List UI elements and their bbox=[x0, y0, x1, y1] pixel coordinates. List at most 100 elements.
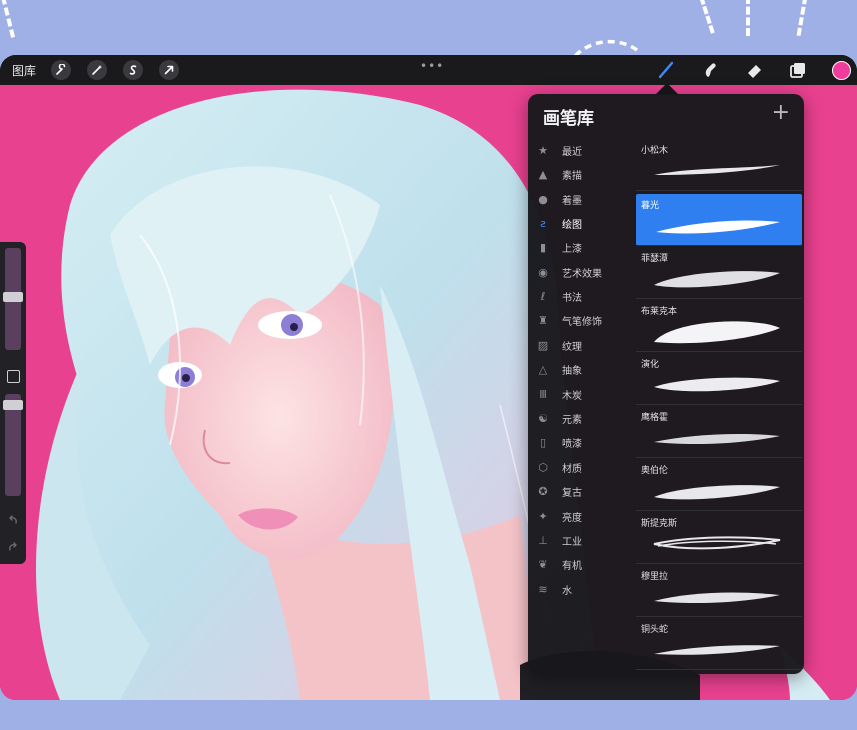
wrench-icon bbox=[56, 64, 66, 75]
ink-drop-icon: ● bbox=[538, 192, 548, 206]
category-airbrushing[interactable]: ♜ 气笔修饰 bbox=[536, 310, 602, 330]
brush-stroke-preview bbox=[656, 220, 780, 234]
decorative-dash-right-1 bbox=[699, 0, 715, 34]
star-icon: ★ bbox=[538, 143, 548, 157]
opacity-slider[interactable] bbox=[3, 394, 23, 496]
actions-button[interactable] bbox=[51, 60, 71, 80]
category-organic[interactable]: ❦ 有机 bbox=[536, 554, 582, 574]
brush-item[interactable]: 奥伯伦 bbox=[636, 459, 802, 511]
brush-item[interactable]: 鹰格霍 bbox=[636, 406, 802, 458]
category-sketching[interactable]: ▲ 素描 bbox=[536, 164, 582, 184]
brush-library-title: 画笔库 bbox=[543, 109, 594, 129]
selection-button[interactable] bbox=[123, 60, 143, 80]
category-label: 抽象 bbox=[562, 365, 582, 377]
more-handle[interactable]: ••• bbox=[420, 59, 444, 73]
brush-item[interactable]: 演化 bbox=[636, 353, 802, 405]
category-artistic[interactable]: ◉ 艺术效果 bbox=[536, 262, 602, 282]
category-label: 有机 bbox=[562, 560, 582, 572]
category-label: 复古 bbox=[562, 487, 582, 499]
category-charcoals[interactable]: Ⅲ 木炭 bbox=[536, 384, 582, 404]
spray-can-icon: ▯ bbox=[539, 435, 547, 449]
leaf-icon: ❦ bbox=[538, 557, 548, 571]
color-picker-button[interactable] bbox=[832, 61, 851, 80]
redo-icon[interactable] bbox=[7, 541, 19, 553]
brush-item[interactable]: 穆里拉 bbox=[636, 565, 802, 617]
brush-item[interactable]: 菲瑟潭 bbox=[636, 247, 802, 299]
brush-size-slider[interactable] bbox=[3, 248, 23, 350]
category-vintage[interactable]: ✪ 复古 bbox=[536, 481, 582, 501]
brush-icon[interactable] bbox=[656, 60, 676, 80]
magic-wand-icon bbox=[92, 65, 102, 75]
brush-item[interactable]: 铜头蛇 bbox=[636, 618, 802, 670]
category-label: 艺术效果 bbox=[562, 268, 602, 280]
category-textures[interactable]: ▨ 纹理 bbox=[536, 335, 582, 355]
category-water[interactable]: ≋ 水 bbox=[536, 579, 572, 599]
palette-icon: ◉ bbox=[538, 265, 548, 279]
yin-yang-icon: ☯ bbox=[538, 411, 548, 425]
opacity-thumb[interactable] bbox=[3, 400, 23, 410]
category-label: 素描 bbox=[562, 170, 582, 182]
water-waves-icon: ≋ bbox=[538, 582, 548, 596]
category-spraypaints[interactable]: ▯ 喷漆 bbox=[536, 432, 582, 452]
brush-item[interactable]: 小松木 bbox=[636, 139, 802, 191]
brush-stroke-preview bbox=[654, 592, 780, 603]
decorative-dash-right-2 bbox=[746, 0, 750, 36]
category-luminance[interactable]: ✦ 亮度 bbox=[536, 506, 582, 526]
brush-item[interactable]: 布莱克本 bbox=[636, 300, 802, 352]
category-drawing[interactable]: ƨ 绘图 bbox=[536, 213, 582, 233]
category-label: 亮度 bbox=[562, 512, 582, 524]
category-label: 着墨 bbox=[562, 195, 582, 207]
brush-size-thumb[interactable] bbox=[3, 292, 23, 302]
layers-icon[interactable] bbox=[788, 60, 808, 80]
brush-stroke-preview bbox=[654, 271, 780, 288]
category-elements[interactable]: ☯ 元素 bbox=[536, 408, 582, 428]
brush-stroke-preview bbox=[653, 536, 781, 550]
transform-arrow-icon bbox=[164, 65, 174, 75]
brush-item[interactable]: 暮光 bbox=[636, 194, 802, 246]
decorative-dash-left bbox=[0, 0, 16, 38]
category-painting[interactable]: ▮ 上漆 bbox=[536, 237, 582, 257]
brush-stroke-preview bbox=[654, 485, 780, 500]
category-inking[interactable]: ● 着墨 bbox=[536, 189, 582, 209]
cube-icon: ⬡ bbox=[538, 460, 548, 474]
undo-icon[interactable] bbox=[7, 514, 19, 526]
gallery-button[interactable]: 图库 bbox=[12, 62, 36, 79]
anvil-icon: ⊥ bbox=[538, 533, 548, 547]
category-materials[interactable]: ⬡ 材质 bbox=[536, 457, 582, 477]
brush-stroke-preview bbox=[654, 434, 780, 444]
top-toolbar: 图库 ••• bbox=[0, 55, 857, 85]
calligraphy-icon: ℓ bbox=[540, 289, 546, 303]
airbrush-icon: ♜ bbox=[538, 313, 548, 327]
drawing-icon: ƨ bbox=[540, 216, 546, 230]
category-label: 材质 bbox=[562, 463, 582, 475]
modify-button[interactable] bbox=[7, 370, 20, 383]
add-brush-button[interactable]: + bbox=[772, 100, 790, 125]
brush-stroke-preview bbox=[654, 377, 780, 392]
smudge-icon[interactable] bbox=[700, 60, 720, 80]
sparkle-icon: ✦ bbox=[538, 509, 548, 523]
eraser-icon[interactable] bbox=[745, 60, 765, 80]
sidebar bbox=[0, 242, 26, 564]
brush-stroke-preview bbox=[654, 321, 780, 344]
transform-button[interactable] bbox=[159, 60, 179, 80]
category-label: 工业 bbox=[562, 536, 582, 548]
paint-brush-icon: ▮ bbox=[539, 240, 547, 254]
category-calligraphy[interactable]: ℓ 书法 bbox=[536, 286, 582, 306]
category-label: 书法 bbox=[562, 292, 582, 304]
charcoal-icon: Ⅲ bbox=[539, 387, 547, 401]
category-label: 元素 bbox=[562, 414, 582, 426]
brush-stroke-preview bbox=[654, 165, 780, 175]
category-industrial[interactable]: ⊥ 工业 bbox=[536, 530, 582, 550]
category-label: 最近 bbox=[562, 146, 582, 158]
category-abstract[interactable]: △ 抽象 bbox=[536, 359, 582, 379]
category-label: 水 bbox=[562, 585, 572, 597]
brush-stroke-preview bbox=[654, 645, 780, 655]
category-recent[interactable]: ★ 最近 bbox=[536, 140, 582, 160]
category-label: 绘图 bbox=[562, 219, 582, 231]
triangle-icon: △ bbox=[538, 362, 548, 376]
category-label: 木炭 bbox=[562, 390, 582, 402]
retro-badge-icon: ✪ bbox=[538, 484, 548, 498]
category-label: 气笔修饰 bbox=[562, 316, 602, 328]
brush-item[interactable]: 斯提克斯 bbox=[636, 512, 802, 564]
adjustments-button[interactable] bbox=[87, 60, 107, 80]
